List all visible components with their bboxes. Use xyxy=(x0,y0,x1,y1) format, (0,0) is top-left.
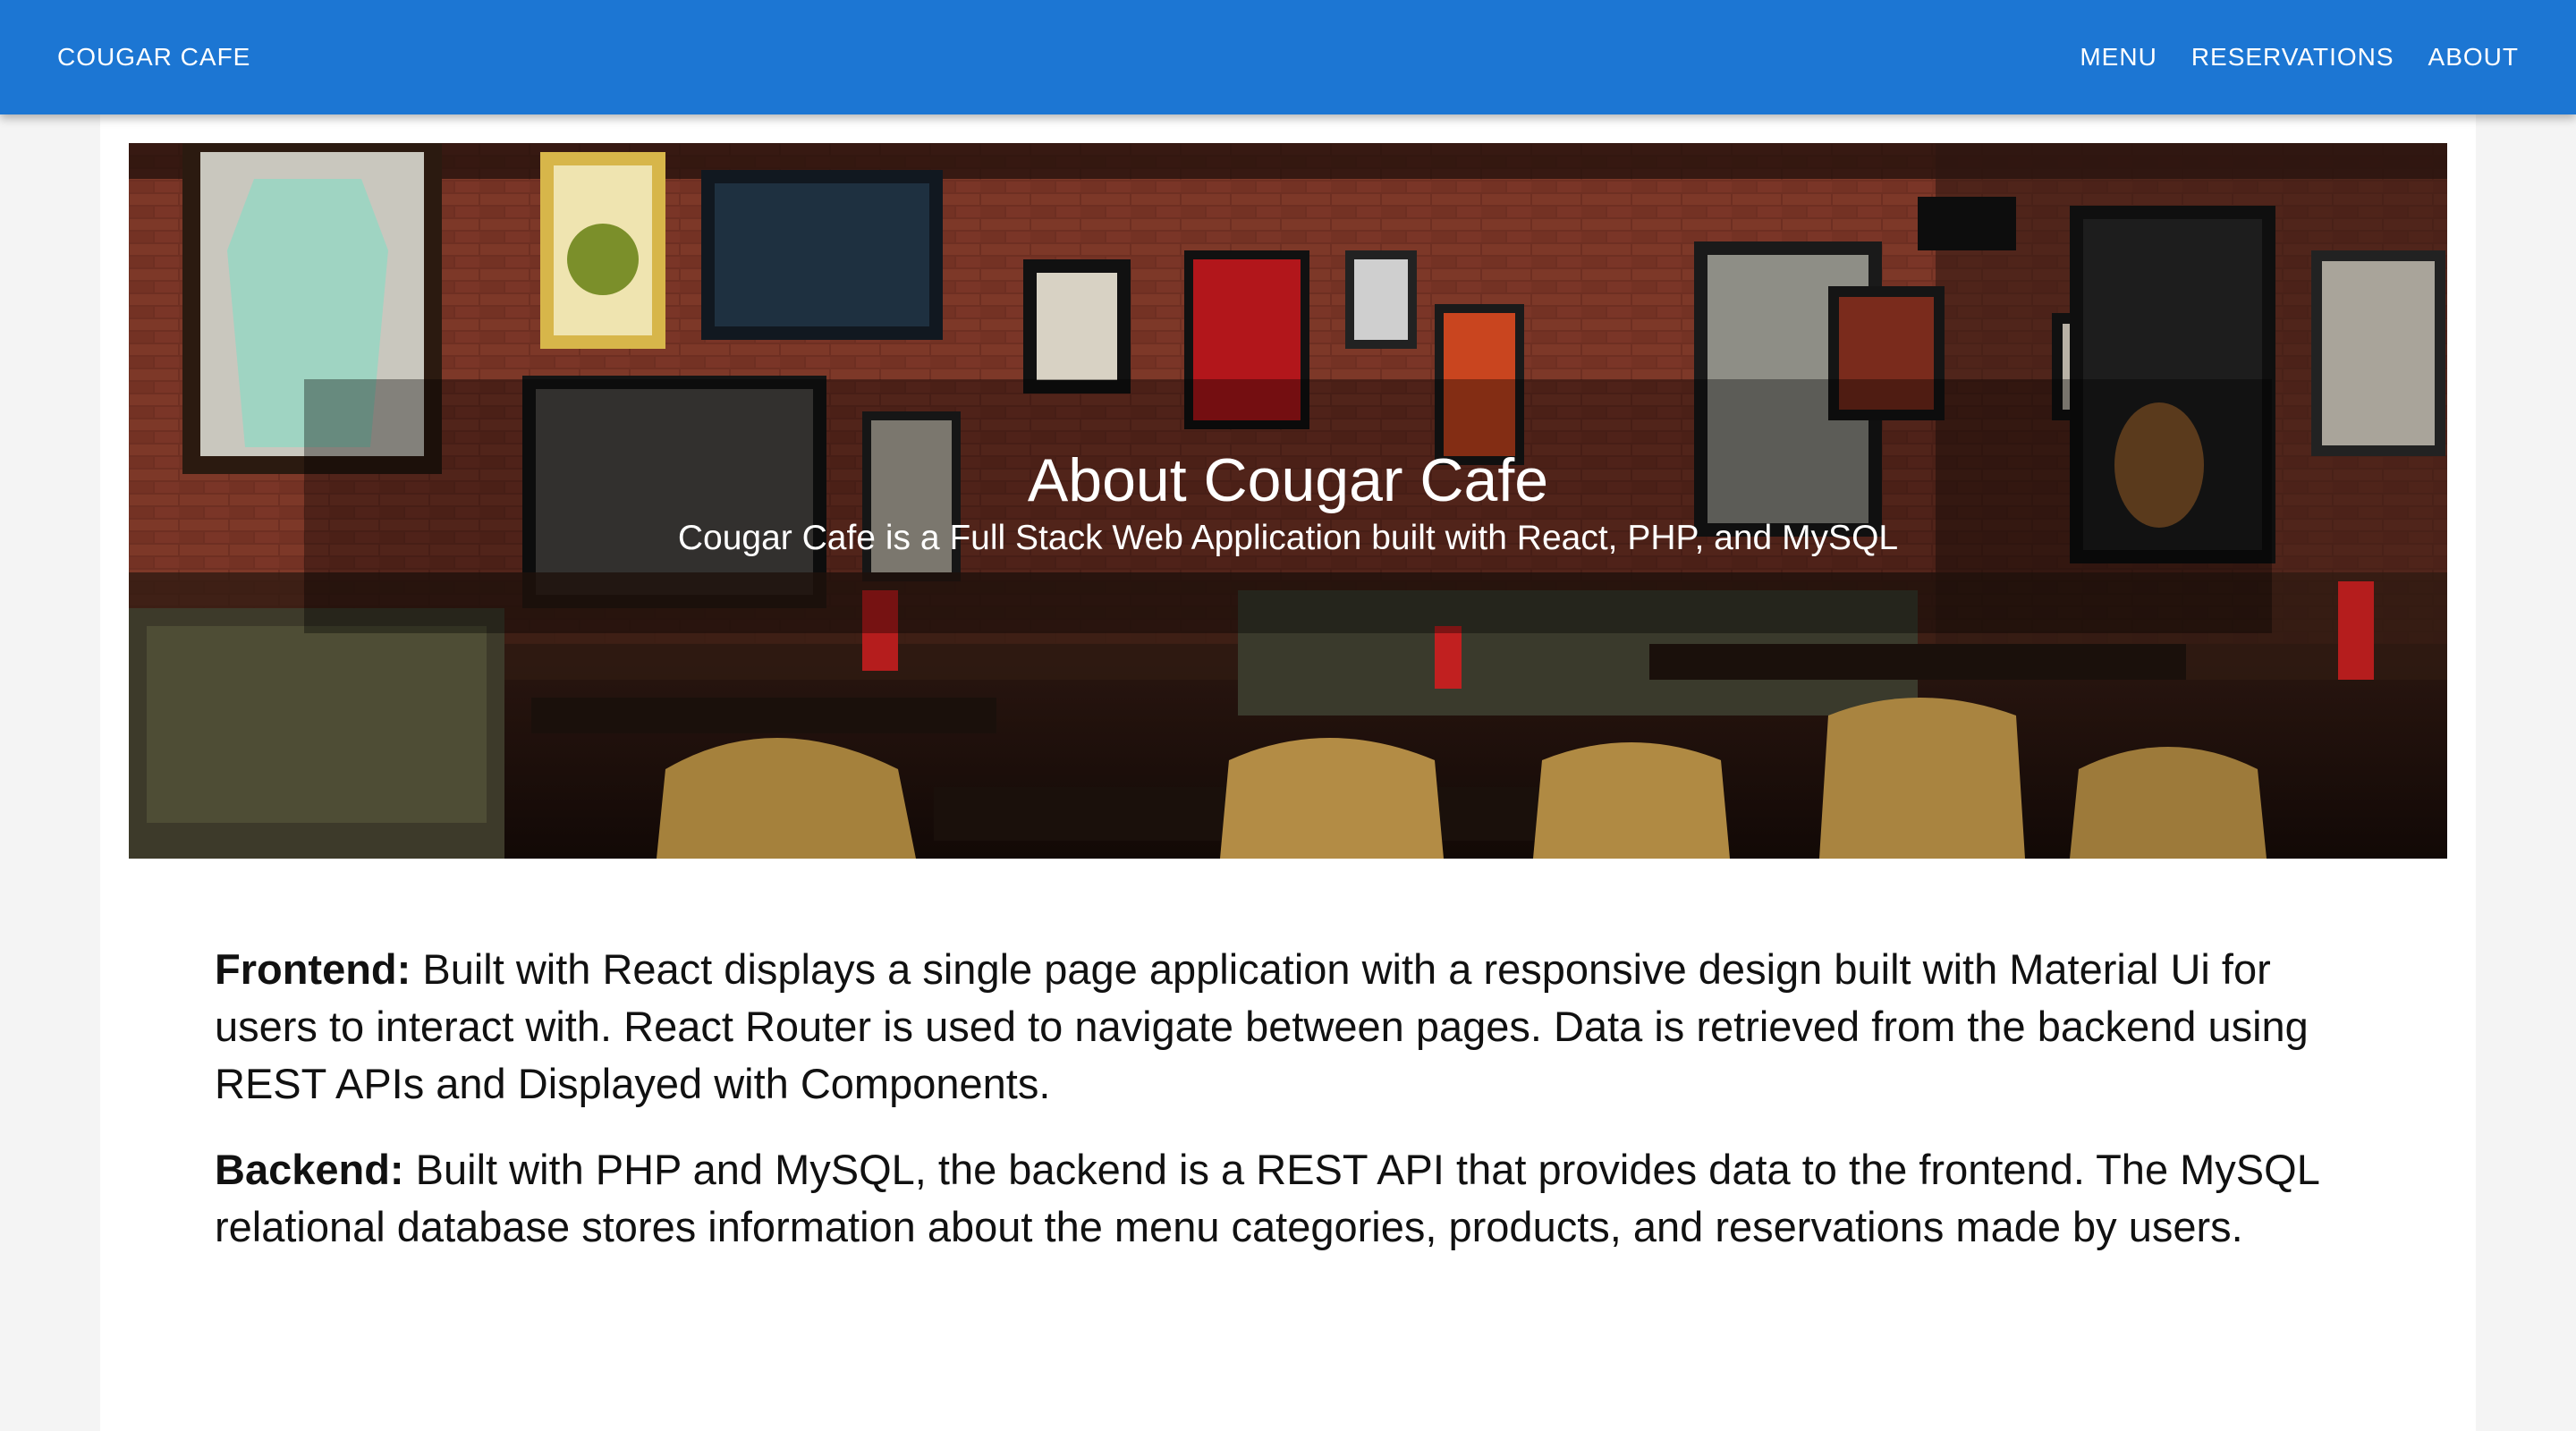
backend-text: Built with PHP and MySQL, the backend is… xyxy=(215,1146,2319,1250)
backend-paragraph: Backend: Built with PHP and MySQL, the b… xyxy=(215,1141,2379,1256)
hero-banner: About Cougar Cafe Cougar Cafe is a Full … xyxy=(129,143,2447,859)
nav-reservations-link[interactable]: RESERVATIONS xyxy=(2191,43,2394,72)
nav-menu-link[interactable]: MENU xyxy=(2080,43,2157,72)
brand-link[interactable]: COUGAR CAFE xyxy=(57,0,250,114)
main-nav: MENU RESERVATIONS ABOUT xyxy=(2080,0,2519,114)
frontend-paragraph: Frontend: Built with React displays a si… xyxy=(215,941,2379,1113)
frontend-label: Frontend: xyxy=(215,945,411,993)
backend-label: Backend: xyxy=(215,1146,404,1193)
about-card: About Cougar Cafe Cougar Cafe is a Full … xyxy=(100,114,2476,1431)
page-title: About Cougar Cafe xyxy=(1027,446,1549,514)
app-bar: COUGAR CAFE MENU RESERVATIONS ABOUT xyxy=(0,0,2576,114)
page-subtitle: Cougar Cafe is a Full Stack Web Applicat… xyxy=(677,519,1899,557)
about-content: Frontend: Built with React displays a si… xyxy=(215,941,2379,1284)
frontend-text: Built with React displays a single page … xyxy=(215,945,2309,1107)
nav-about-link[interactable]: ABOUT xyxy=(2428,43,2519,72)
